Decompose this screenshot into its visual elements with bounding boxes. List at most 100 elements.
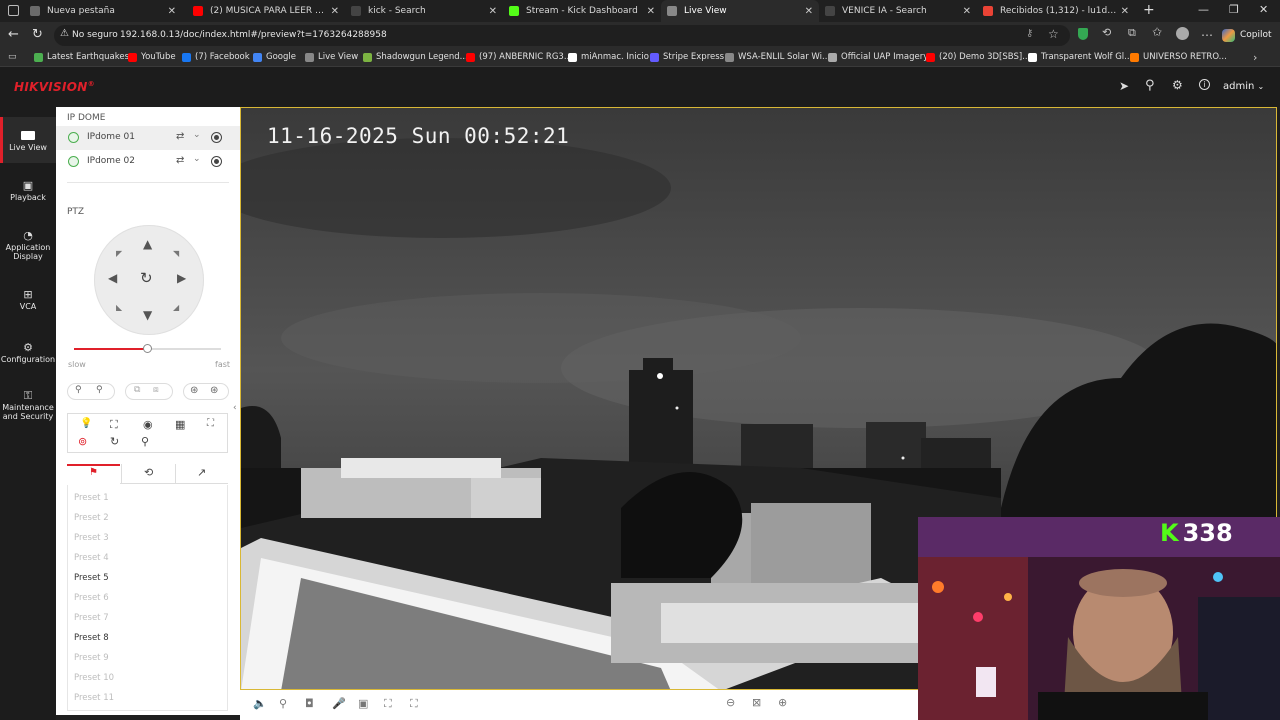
user-menu[interactable]: admin ⌄ xyxy=(1223,81,1264,92)
bookmark-item[interactable]: Stripe Express xyxy=(650,52,724,62)
zoom-out-icon[interactable]: ⚲ xyxy=(75,385,82,395)
copilot-button[interactable]: Copilot xyxy=(1222,25,1272,45)
preset-item[interactable]: Preset 7 xyxy=(74,613,109,623)
preset-item[interactable]: Preset 11 xyxy=(74,693,114,703)
grid-icon[interactable]: ▦ xyxy=(175,418,185,431)
info-icon[interactable]: i xyxy=(1199,79,1210,90)
record-icon[interactable] xyxy=(211,132,222,143)
nav-application-display[interactable]: ◔ Application Display xyxy=(0,230,56,269)
menu-dots-icon[interactable]: … xyxy=(1201,25,1213,39)
tab-patrol[interactable]: ⟲ xyxy=(121,464,174,484)
tab-close-icon[interactable]: ✕ xyxy=(331,6,339,17)
split-screen-icon[interactable]: ⧉ xyxy=(1128,26,1136,40)
bookmark-item[interactable]: (97) ANBERNIC RG3... xyxy=(466,52,572,62)
bookmark-item[interactable]: Transparent Wolf Gl... xyxy=(1028,52,1132,62)
nav-playback[interactable]: ▣ Playback xyxy=(0,180,56,215)
preset-item[interactable]: Preset 9 xyxy=(74,653,109,663)
ptz-down-left-icon[interactable]: ◣ xyxy=(116,303,122,312)
send-icon[interactable]: ➤ xyxy=(1119,79,1129,93)
chevron-down-icon[interactable]: ⌄ xyxy=(193,130,201,140)
tab-close-icon[interactable]: ✕ xyxy=(168,6,176,17)
next-page-icon[interactable]: ⊕ xyxy=(778,696,787,709)
lens-init-icon[interactable]: ⊚ xyxy=(78,435,87,448)
alarm-icon[interactable]: ⚙ xyxy=(1172,78,1183,92)
stream-switch-icon[interactable]: ⇄ xyxy=(176,155,184,166)
ptz-down-right-icon[interactable]: ◢ xyxy=(173,303,179,312)
iris-open-icon[interactable]: ⊛ xyxy=(210,385,218,396)
bookmark-item[interactable]: (20) Demo 3D[SBS]... xyxy=(926,52,1030,62)
back-icon[interactable]: ← xyxy=(8,27,19,42)
preset-item[interactable]: Preset 10 xyxy=(74,673,114,683)
one-touch-patrol-icon[interactable]: ⚲ xyxy=(141,435,149,448)
tab-close-icon[interactable]: ✕ xyxy=(963,6,971,17)
preset-item[interactable]: Preset 8 xyxy=(74,633,109,643)
browser-tab[interactable]: kick - Search ✕ xyxy=(345,0,503,22)
focus-near-icon[interactable]: ⧉ xyxy=(134,385,140,395)
park-action-icon[interactable]: ↻ xyxy=(110,435,119,448)
bookmarks-more-icon[interactable]: › xyxy=(1253,51,1257,64)
3d-zoom-icon[interactable]: ⛶ xyxy=(207,418,214,429)
bookmark-item[interactable]: WSA-ENLIL Solar Wi... xyxy=(725,52,830,62)
two-way-audio-icon[interactable]: 🎤 xyxy=(332,697,346,710)
capture-icon[interactable]: ◘ xyxy=(305,697,314,710)
bookmark-item[interactable]: Live View xyxy=(305,52,358,62)
ptz-auto-scan-icon[interactable]: ↻ xyxy=(140,269,153,287)
ptz-up-left-icon[interactable]: ◤ xyxy=(116,249,122,258)
extension-icon[interactable]: ⟲ xyxy=(1102,26,1111,39)
browser-tab[interactable]: (2) MÚSICA PARA LEER TERROR Y ✕ xyxy=(187,0,345,22)
bookmark-item[interactable]: Shadowgun Legend... xyxy=(363,52,468,62)
search-icon[interactable]: ⚲ xyxy=(1145,78,1155,93)
reload-icon[interactable]: ↻ xyxy=(32,27,43,42)
browser-tab[interactable]: Nueva pestaña ✕ xyxy=(24,0,182,22)
collections-icon[interactable]: ▭ xyxy=(8,52,17,62)
ptz-up-right-icon[interactable]: ◥ xyxy=(173,249,179,258)
record-clip-icon[interactable]: ▣ xyxy=(358,697,368,710)
profile-avatar[interactable] xyxy=(1176,27,1189,40)
digital-zoom-icon[interactable]: ⚲ xyxy=(279,697,287,710)
bookmark-item[interactable]: YouTube xyxy=(128,52,176,62)
browser-tab[interactable]: VENICE IA - Search ✕ xyxy=(819,0,977,22)
record-icon[interactable] xyxy=(211,156,222,167)
audio-icon[interactable]: 🔈 xyxy=(253,697,267,710)
tab-preset[interactable]: ⚑ xyxy=(67,464,120,484)
window-close-icon[interactable]: ✕ xyxy=(1259,3,1268,16)
nav-live-view[interactable]: Live View xyxy=(0,117,56,163)
bookmark-item[interactable]: (7) Facebook xyxy=(182,52,250,62)
panel-collapse-icon[interactable]: ‹ xyxy=(233,403,237,413)
shield-extension-icon[interactable] xyxy=(1078,28,1088,40)
region-zoom-icon[interactable]: ⛶ xyxy=(384,697,392,711)
preset-item[interactable]: Preset 1 xyxy=(74,493,109,503)
tab-close-icon[interactable]: ✕ xyxy=(489,6,497,17)
bookmark-item[interactable]: UNIVERSO RETRO... xyxy=(1130,52,1227,62)
browser-tab[interactable]: Recibidos (1,312) - lu1dmx.arg@ ✕ xyxy=(977,0,1135,22)
bookmark-item[interactable]: Latest Earthquakes xyxy=(34,52,129,62)
tab-pattern[interactable]: ↗ xyxy=(175,464,228,484)
stream-switch-icon[interactable]: ⇄ xyxy=(176,131,184,142)
previous-page-icon[interactable]: ⊖ xyxy=(726,696,735,709)
light-icon[interactable]: 💡 xyxy=(80,418,92,429)
nav-vca[interactable]: ⊞ VCA xyxy=(0,289,56,318)
tab-close-icon[interactable]: ✕ xyxy=(647,6,655,17)
ptz-left-icon[interactable]: ◀ xyxy=(108,271,117,285)
iris-close-icon[interactable]: ⊛ xyxy=(190,385,198,396)
preset-item[interactable]: Preset 3 xyxy=(74,533,109,543)
restore-icon[interactable]: ❐ xyxy=(1229,3,1239,16)
tab-close-icon[interactable]: ✕ xyxy=(1121,6,1129,17)
fullscreen-icon[interactable]: ⛶ xyxy=(410,697,418,711)
tab-close-icon[interactable]: ✕ xyxy=(805,6,813,17)
ptz-down-icon[interactable]: ▼ xyxy=(143,308,152,322)
focus-far-icon[interactable]: ⧈ xyxy=(153,385,159,395)
camera-item-1[interactable]: IPdome 01 ⇄ ⌄ xyxy=(56,126,240,150)
chevron-down-icon[interactable]: ⌄ xyxy=(193,154,201,164)
preset-item[interactable]: Preset 4 xyxy=(74,553,109,563)
bookmark-item[interactable]: miAnmac. Inicio xyxy=(568,52,649,62)
nav-maintenance[interactable]: ⚿ Maintenance and Security xyxy=(0,390,56,429)
tab-actions-icon[interactable] xyxy=(8,5,19,16)
minimize-icon[interactable]: — xyxy=(1198,3,1209,16)
ptz-speed-slider[interactable] xyxy=(74,344,221,354)
browser-tab[interactable]: Live View ✕ xyxy=(661,0,819,22)
browser-tab[interactable]: Stream - Kick Dashboard ✕ xyxy=(503,0,661,22)
manual-tracking-icon[interactable]: ⛶ xyxy=(110,418,118,432)
preset-item[interactable]: Preset 5 xyxy=(74,573,109,583)
bookmark-item[interactable]: Google xyxy=(253,52,296,62)
